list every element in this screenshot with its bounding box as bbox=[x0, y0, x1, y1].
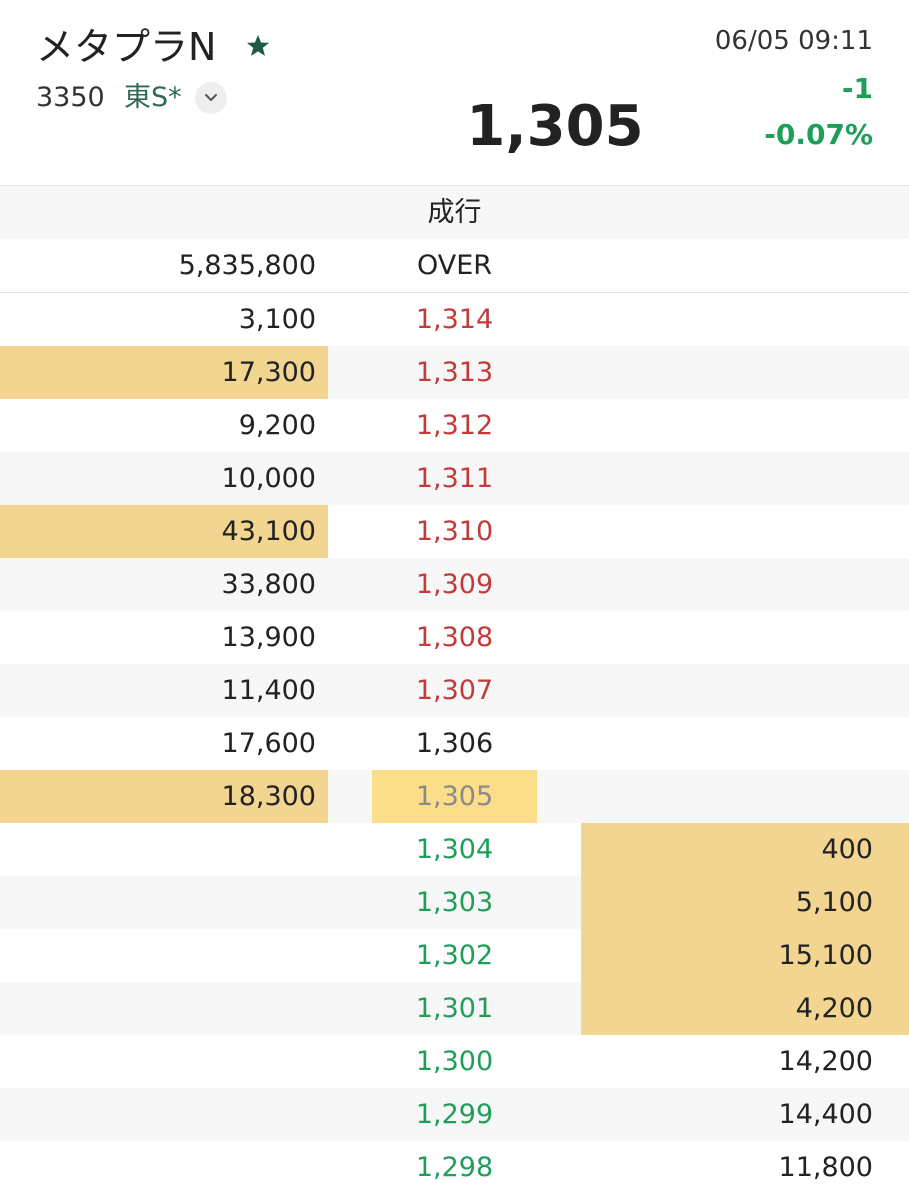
order-book-row[interactable]: 1,304 400 bbox=[0, 823, 909, 876]
bid-quantity bbox=[581, 293, 909, 346]
price-change-percent: -0.07% bbox=[764, 118, 873, 151]
order-book-row[interactable]: 11,400 1,307 bbox=[0, 664, 909, 717]
ask-quantity bbox=[0, 876, 328, 929]
over-label: OVER bbox=[416, 250, 493, 281]
price-change: -1 bbox=[841, 72, 873, 105]
ask-quantity: 17,300 bbox=[0, 346, 328, 399]
bid-quantity bbox=[581, 558, 909, 611]
price-level[interactable]: 1,304 bbox=[372, 823, 537, 876]
ask-quantity: 3,100 bbox=[238, 304, 316, 335]
bid-quantity: 4,200 bbox=[581, 982, 909, 1035]
order-book-row[interactable]: 1,303 5,100 bbox=[0, 876, 909, 929]
ask-quantity: 9,200 bbox=[238, 410, 316, 441]
bid-quantity bbox=[581, 770, 909, 823]
bid-quantity bbox=[581, 664, 909, 717]
price-level[interactable]: 1,309 bbox=[372, 558, 537, 611]
ask-quantity: 17,600 bbox=[221, 728, 316, 759]
ask-quantity: 43,100 bbox=[0, 505, 328, 558]
order-book-rows: 3,100 1,314 17,300 1,313 9,200 1,312 10,000 1,3… bbox=[0, 293, 909, 1194]
order-book-row[interactable]: 3,100 1,314 bbox=[0, 293, 909, 346]
bid-quantity bbox=[581, 452, 909, 505]
order-book-row[interactable]: 10,000 1,311 bbox=[0, 452, 909, 505]
order-book-row[interactable]: 17,300 1,313 bbox=[0, 346, 909, 399]
order-book-row[interactable]: 43,100 1,310 bbox=[0, 505, 909, 558]
bid-quantity: 15,100 bbox=[581, 929, 909, 982]
order-book-row[interactable]: 1,301 4,200 bbox=[0, 982, 909, 1035]
price-level[interactable]: 1,311 bbox=[372, 452, 537, 505]
market-label[interactable]: 東S* bbox=[124, 80, 182, 116]
price-level[interactable]: 1,314 bbox=[372, 293, 537, 346]
bid-quantity: 14,200 bbox=[778, 1046, 873, 1077]
stock-code: 3350 bbox=[36, 82, 105, 113]
over-quantity: 5,835,800 bbox=[178, 250, 316, 281]
order-book-row[interactable]: 1,300 14,200 bbox=[0, 1035, 909, 1088]
star-icon[interactable] bbox=[244, 32, 272, 60]
ask-quantity: 13,900 bbox=[221, 622, 316, 653]
stock-header: メタプラN 3350 東S* 06/05 09:11 1,305 -1 -0.0… bbox=[0, 0, 909, 186]
ask-quantity bbox=[0, 1088, 328, 1141]
order-book-row[interactable]: 13,900 1,308 bbox=[0, 611, 909, 664]
bid-quantity bbox=[581, 399, 909, 452]
market-toggle-button[interactable] bbox=[195, 82, 227, 114]
current-price-level[interactable]: 1,305 bbox=[372, 770, 537, 823]
over-row[interactable]: 5,835,800 OVER bbox=[0, 239, 909, 293]
price-level[interactable]: 1,308 bbox=[372, 611, 537, 664]
ask-quantity: 33,800 bbox=[221, 569, 316, 600]
price-level[interactable]: 1,299 bbox=[372, 1088, 537, 1141]
price-level[interactable]: 1,301 bbox=[372, 982, 537, 1035]
price-level[interactable]: 1,303 bbox=[372, 876, 537, 929]
bid-quantity bbox=[581, 611, 909, 664]
order-book-row[interactable]: 18,300 1,305 bbox=[0, 770, 909, 823]
bid-quantity bbox=[581, 346, 909, 399]
price-level[interactable]: 1,307 bbox=[372, 664, 537, 717]
ask-quantity bbox=[0, 1035, 328, 1088]
ask-quantity bbox=[0, 982, 328, 1035]
order-book-row[interactable]: 33,800 1,309 bbox=[0, 558, 909, 611]
market-order-row[interactable]: 成行 bbox=[0, 186, 909, 239]
ask-quantity bbox=[0, 1141, 328, 1194]
price-level[interactable]: 1,302 bbox=[372, 929, 537, 982]
ask-quantity: 10,000 bbox=[221, 463, 316, 494]
ask-quantity bbox=[0, 823, 328, 876]
current-price: 1,305 bbox=[466, 94, 644, 159]
ask-quantity bbox=[0, 929, 328, 982]
bid-quantity: 11,800 bbox=[778, 1152, 873, 1183]
order-book-row[interactable]: 1,298 11,800 bbox=[0, 1141, 909, 1194]
price-level[interactable]: 1,310 bbox=[372, 505, 537, 558]
ask-quantity: 11,400 bbox=[221, 675, 316, 706]
order-book-row[interactable]: 9,200 1,312 bbox=[0, 399, 909, 452]
price-level[interactable]: 1,306 bbox=[372, 717, 537, 770]
timestamp: 06/05 09:11 bbox=[714, 26, 873, 56]
ask-quantity: 18,300 bbox=[0, 770, 328, 823]
price-level[interactable]: 1,312 bbox=[372, 399, 537, 452]
order-book-row[interactable]: 17,600 1,306 bbox=[0, 717, 909, 770]
order-book-row[interactable]: 1,299 14,400 bbox=[0, 1088, 909, 1141]
price-level[interactable]: 1,300 bbox=[372, 1035, 537, 1088]
order-book-row[interactable]: 1,302 15,100 bbox=[0, 929, 909, 982]
bid-quantity: 400 bbox=[581, 823, 909, 876]
bid-quantity: 14,400 bbox=[778, 1099, 873, 1130]
bid-quantity: 5,100 bbox=[581, 876, 909, 929]
price-level[interactable]: 1,313 bbox=[372, 346, 537, 399]
bid-quantity bbox=[581, 505, 909, 558]
price-level[interactable]: 1,298 bbox=[372, 1141, 537, 1194]
bid-quantity bbox=[581, 717, 909, 770]
stock-name: メタプラN bbox=[36, 25, 217, 69]
market-order-label: 成行 bbox=[427, 197, 482, 228]
order-book: 成行 5,835,800 OVER 3,100 1,314 17,300 1,313 9… bbox=[0, 186, 909, 1194]
